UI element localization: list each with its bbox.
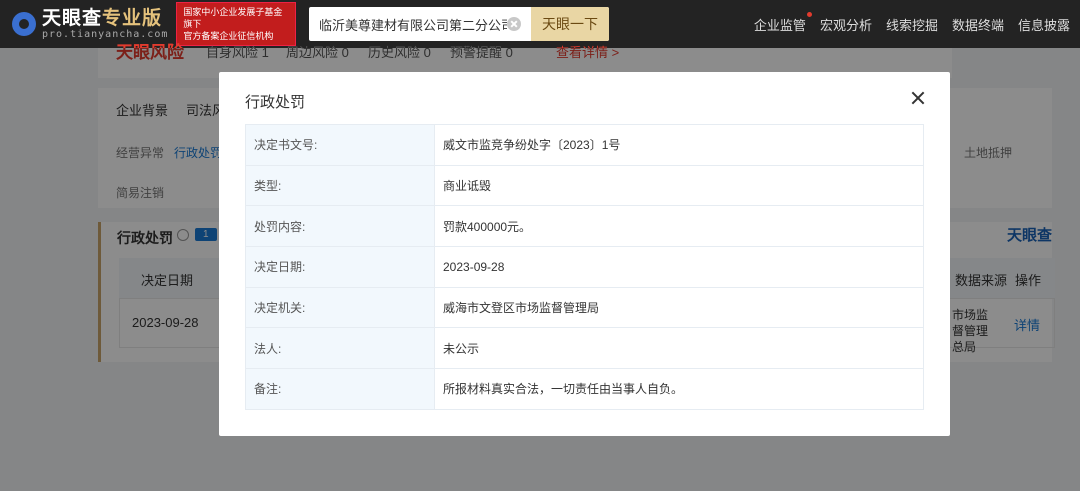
search-input[interactable]: [309, 16, 507, 32]
nav-item-data-terminal[interactable]: 数据终端: [952, 15, 1004, 34]
detail-value: 2023-09-28: [434, 246, 924, 288]
close-icon[interactable]: [908, 88, 928, 108]
detail-value: 商业诋毁: [434, 164, 924, 207]
detail-row-document-number: 决定书文号: 威文市监竞争纷处字〔2023〕1号: [245, 124, 924, 166]
detail-row-legal-person: 法人: 未公示: [245, 327, 924, 370]
detail-table: 决定书文号: 威文市监竞争纷处字〔2023〕1号 类型: 商业诋毁 处罚内容: …: [245, 124, 924, 410]
logo[interactable]: 天眼查专业版 pro.tianyancha.com: [12, 9, 168, 40]
certification-badge: 国家中小企业发展子基金旗下 官方备案企业征信机构: [176, 2, 297, 46]
penalty-detail-modal: 行政处罚 决定书文号: 威文市监竞争纷处字〔2023〕1号 类型: 商业诋毁 处…: [219, 72, 950, 436]
detail-label: 类型:: [245, 164, 435, 207]
detail-label: 处罚内容:: [245, 205, 435, 248]
nav-item-supervision[interactable]: 企业监管: [754, 11, 812, 34]
detail-value: 威海市文登区市场监督管理局: [434, 286, 924, 329]
detail-row-decision-date: 决定日期: 2023-09-28: [245, 246, 924, 288]
logo-pro-text: 专业版: [102, 7, 163, 29]
detail-row-penalty-content: 处罚内容: 罚款400000元。: [245, 205, 924, 248]
search-button[interactable]: 天眼一下: [531, 7, 609, 41]
nav-item-disclosure[interactable]: 信息披露: [1018, 15, 1070, 34]
logo-main-text: 天眼查: [42, 7, 103, 29]
badge-line-1: 国家中小企业发展子基金旗下: [183, 7, 283, 29]
detail-value: 威文市监竞争纷处字〔2023〕1号: [434, 124, 924, 166]
detail-label: 决定日期:: [245, 246, 435, 288]
detail-value: 所报材料真实合法，一切责任由当事人自负。: [434, 368, 924, 410]
detail-label: 备注:: [245, 368, 435, 410]
detail-row-authority: 决定机关: 威海市文登区市场监督管理局: [245, 286, 924, 329]
badge-line-2: 官方备案企业征信机构: [183, 31, 274, 41]
modal-title: 行政处罚: [245, 94, 306, 111]
detail-label: 法人:: [245, 327, 435, 370]
nav-item-macro-analysis[interactable]: 宏观分析: [820, 15, 872, 34]
nav-item-lead-mining[interactable]: 线索挖掘: [886, 15, 938, 34]
detail-label: 决定书文号:: [245, 124, 435, 166]
detail-value: 未公示: [434, 327, 924, 370]
detail-value: 罚款400000元。: [434, 205, 924, 248]
clear-icon[interactable]: [507, 17, 521, 31]
top-nav: 企业监管 宏观分析 线索挖掘 数据终端 信息披露: [754, 0, 1070, 48]
detail-row-remarks: 备注: 所报材料真实合法，一切责任由当事人自负。: [245, 368, 924, 410]
detail-row-type: 类型: 商业诋毁: [245, 164, 924, 207]
search-box: 天眼一下: [309, 7, 609, 41]
detail-label: 决定机关:: [245, 286, 435, 329]
logo-eye-icon: [12, 12, 36, 36]
